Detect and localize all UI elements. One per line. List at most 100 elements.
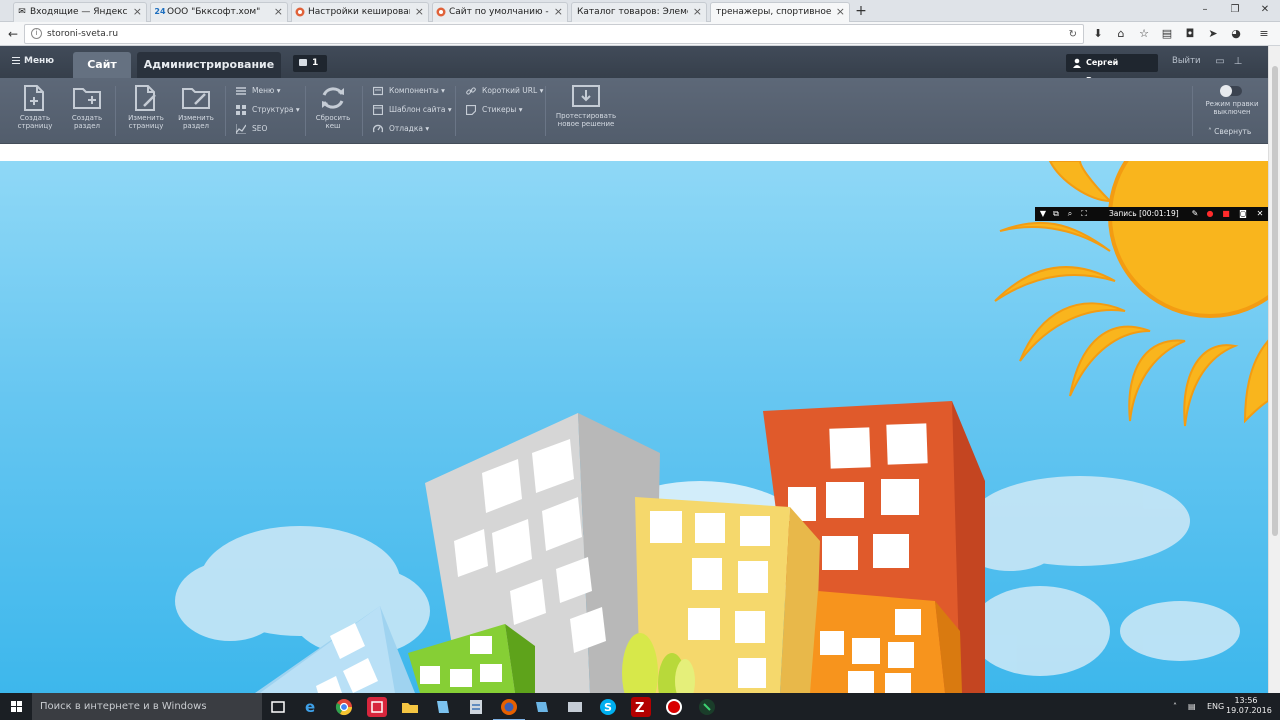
stickers-dropdown-label: Стикеры [482, 105, 517, 114]
star-icon[interactable]: ☆ [1136, 26, 1152, 42]
menu-dropdown[interactable]: Меню ▾ [236, 84, 280, 98]
notification-center-icon[interactable]: ▤ [1188, 693, 1196, 720]
browser-tab-default-site[interactable]: Сайт по умолчанию - Гл... × [432, 2, 568, 22]
reset-cache-button[interactable]: Сбросить кеш [310, 84, 356, 140]
structure-icon [236, 105, 246, 115]
structure-dropdown[interactable]: Структура ▾ [236, 103, 300, 117]
task-view-icon[interactable] [268, 697, 288, 717]
send-icon[interactable]: ➤ [1205, 26, 1221, 42]
browser-tab-bitrix24[interactable]: 24 ООО "Бкксофт.хом" × [150, 2, 288, 22]
taskbar-search[interactable]: Поиск в интернете и в Windows [32, 693, 262, 720]
close-icon[interactable]: × [274, 3, 283, 21]
region-icon[interactable]: ⛶ [1079, 209, 1089, 219]
menu-dropdown-label: Меню [252, 86, 275, 95]
back-arrow-icon[interactable]: ← [5, 26, 21, 42]
browser-tab-trainers[interactable]: тренажеры, спортивное обо... × [710, 2, 850, 23]
sticker-icon [466, 105, 476, 115]
home-icon[interactable]: ⌂ [1113, 26, 1129, 42]
tab-label: Входящие — Яндекс.Почта [30, 7, 128, 17]
tab-label: ООО "Бкксофт.хом" [167, 7, 261, 17]
info-icon[interactable]: i [31, 28, 42, 39]
pocket-icon[interactable]: ◘ [1182, 26, 1198, 42]
zoom-icon[interactable]: ⌕ [1065, 209, 1075, 219]
edit-page-button[interactable]: Изменить страницу [123, 84, 169, 140]
scrollbar-thumb[interactable] [1272, 66, 1278, 536]
monitor-app-icon[interactable] [565, 697, 585, 717]
app-icon[interactable] [367, 697, 387, 717]
divider [305, 86, 306, 136]
test-solution-label: Протестировать новое решение [555, 112, 617, 128]
seo-button[interactable]: SEO [236, 122, 267, 136]
filezilla-icon[interactable]: Z [631, 697, 651, 717]
network-app-icon[interactable] [466, 697, 486, 717]
browser-toolbar: ← i storoni-sveta.ru ↻ ⬇ ⌂ ☆ ▤ ◘ ➤ ◕ ≡ [0, 22, 1280, 46]
settings-window-icon[interactable]: ▭ [1214, 56, 1226, 68]
firefox-icon[interactable] [493, 697, 525, 720]
tab-site[interactable]: Сайт [73, 52, 131, 78]
hamburger-menu-icon[interactable]: ≡ [1256, 26, 1272, 42]
close-icon[interactable]: × [133, 3, 142, 21]
edge-icon[interactable]: e [301, 697, 321, 717]
camera-icon[interactable]: ◙ [1238, 209, 1248, 219]
reload-icon[interactable]: ↻ [1069, 26, 1077, 44]
edit-section-button[interactable]: Изменить раздел [173, 84, 219, 140]
create-section-label: Создать раздел [71, 114, 103, 130]
close-icon[interactable]: × [693, 3, 702, 21]
extension-icon[interactable]: ◕ [1228, 26, 1244, 42]
browser-tab-cache-settings[interactable]: Настройки кеширования... × [291, 2, 429, 22]
browser-tab-mail[interactable]: ✉ Входящие — Яндекс.Почта × [13, 2, 147, 22]
skype-icon[interactable]: S [598, 697, 618, 717]
windows-logo-icon [11, 701, 22, 712]
reading-list-icon[interactable]: ▤ [1159, 26, 1175, 42]
vertical-scrollbar[interactable] [1268, 46, 1280, 693]
short-url-dropdown[interactable]: Короткий URL ▾ [466, 84, 543, 98]
record-icon[interactable]: ● [1205, 209, 1215, 219]
panel-menu-button[interactable]: Меню [12, 56, 54, 66]
close-icon[interactable]: × [836, 3, 845, 21]
logout-link[interactable]: Выйти [1172, 56, 1201, 66]
address-bar[interactable]: i storoni-sveta.ru ↻ [24, 24, 1084, 44]
window-icon[interactable]: ⧉ [1051, 209, 1061, 219]
start-button[interactable] [0, 693, 32, 720]
components-icon [373, 86, 383, 96]
notepad-icon[interactable] [433, 697, 453, 717]
debug-dropdown[interactable]: Отладка ▾ [373, 122, 429, 136]
new-tab-button[interactable]: + [852, 3, 870, 19]
green-app-icon[interactable] [697, 697, 717, 717]
window-close-button[interactable]: ✕ [1250, 0, 1280, 20]
close-icon[interactable]: ✕ [1255, 209, 1265, 219]
minimize-button[interactable]: – [1190, 0, 1220, 20]
debug-dropdown-label: Отладка [389, 124, 423, 133]
collapse-panel-button[interactable]: ˄ Свернуть [1208, 127, 1251, 136]
tab-administration[interactable]: Администрирование [137, 52, 281, 78]
create-section-button[interactable]: Создать раздел [64, 84, 110, 140]
stickers-dropdown[interactable]: Стикеры ▾ [466, 103, 522, 117]
tab-label: Каталог товаров: Элементы -... [577, 7, 688, 17]
notifications-button[interactable]: 1 [293, 55, 327, 72]
close-icon[interactable]: × [415, 3, 424, 21]
pin-icon[interactable]: ⊥ [1232, 56, 1244, 68]
recorder-app-icon[interactable] [664, 697, 684, 717]
system-clock[interactable]: 13:56 19.07.2016 [1226, 696, 1272, 716]
toggle-switch[interactable] [1220, 85, 1242, 97]
components-dropdown[interactable]: Компоненты ▾ [373, 84, 445, 98]
close-icon[interactable]: × [554, 3, 563, 21]
user-button[interactable]: Сергей Романов [1066, 54, 1158, 85]
language-indicator[interactable]: ENG [1207, 693, 1224, 720]
restore-button[interactable]: ❐ [1220, 0, 1250, 20]
create-page-button[interactable]: Создать страницу [12, 84, 58, 140]
document-app-icon[interactable] [532, 697, 552, 717]
tray-overflow-icon[interactable]: ˄ [1173, 693, 1177, 720]
test-solution-button[interactable]: Протестировать новое решение [553, 84, 619, 140]
list-icon [236, 87, 246, 95]
seo-label: SEO [252, 124, 268, 133]
stop-icon[interactable]: ■ [1221, 209, 1231, 219]
pencil-icon[interactable]: ✎ [1190, 209, 1200, 219]
bitrix-icon [295, 7, 305, 17]
dropdown-icon[interactable]: ▼ [1038, 209, 1048, 219]
site-template-dropdown[interactable]: Шаблон сайта ▾ [373, 103, 452, 117]
chrome-icon[interactable] [334, 697, 354, 717]
download-icon[interactable]: ⬇ [1090, 26, 1106, 42]
file-explorer-icon[interactable] [400, 697, 420, 717]
browser-tab-catalog[interactable]: Каталог товаров: Элементы -... × [571, 2, 707, 22]
